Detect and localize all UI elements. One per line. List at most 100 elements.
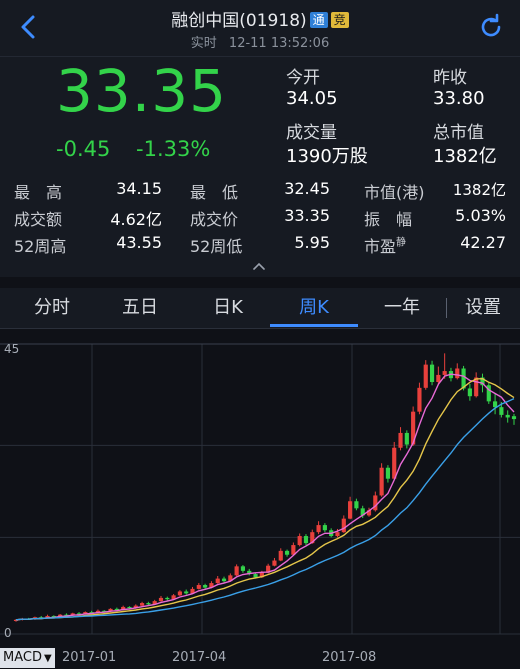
- datetime-label: 12-11 13:52:06: [228, 36, 330, 51]
- candle-body: [442, 371, 447, 375]
- low-value: 32.45: [284, 179, 330, 198]
- market-cap-value: 1382亿: [433, 146, 497, 167]
- candle-body: [423, 364, 428, 388]
- candle-body: [398, 432, 403, 448]
- candle-body: [278, 550, 283, 561]
- candle-body: [335, 532, 340, 537]
- quote-panel: 33.35 -0.45 -1.33% 今开 34.05 昨收 33.80 成交量…: [0, 57, 520, 277]
- prev-close-value: 33.80: [433, 88, 485, 109]
- amplitude-label: 振 幅: [364, 210, 413, 229]
- candle-body: [354, 501, 359, 509]
- candle-body: [316, 525, 321, 533]
- candle-body: [272, 560, 277, 566]
- tab-divider: [446, 298, 447, 318]
- candle-body: [240, 566, 246, 571]
- candle-body: [455, 368, 460, 379]
- candle-body: [253, 574, 258, 578]
- candle-body: [215, 578, 220, 584]
- candle-body: [234, 566, 239, 576]
- stock-name: 融创中国(01918): [171, 11, 307, 31]
- x-tick-label: 2017-08: [322, 650, 377, 665]
- pe-value: 42.27: [460, 233, 506, 252]
- kline-svg: [0, 343, 520, 635]
- turnover-label: 成交额: [14, 210, 63, 229]
- hk-market-cap-value: 1382亿: [452, 181, 506, 199]
- ma-long-line: [15, 397, 515, 621]
- indicator-selector[interactable]: MACD ▼: [0, 648, 55, 668]
- candle-body: [139, 603, 145, 606]
- open-label: 今开: [286, 68, 320, 88]
- x-tick-label: 2017-01: [62, 650, 117, 665]
- w52-high-value: 43.55: [116, 233, 162, 252]
- pe-label-text: 市盈: [364, 237, 397, 256]
- open-value: 34.05: [286, 88, 338, 109]
- realtime-label: 实时: [190, 36, 217, 51]
- low-label: 最 低: [190, 183, 239, 202]
- high-value: 34.15: [116, 179, 162, 198]
- turnover-value: 4.62亿: [110, 210, 162, 229]
- tab-settings[interactable]: 设置: [446, 288, 520, 328]
- candle-body: [196, 585, 201, 589]
- page-title: 融创中国(01918) 通竞: [0, 6, 520, 31]
- quote-timestamp: 实时 12-11 13:52:06: [0, 32, 520, 51]
- volume-value: 1390万股: [286, 146, 368, 167]
- candle-body: [303, 536, 309, 544]
- candle-body: [177, 591, 182, 596]
- candle-body: [385, 467, 391, 479]
- w52-low-value: 5.95: [294, 233, 330, 252]
- refresh-icon[interactable]: [476, 12, 506, 42]
- price-change: -0.45: [56, 137, 111, 161]
- stats-grid: 最 高 34.15 最 低 32.45 市值(港) 1382亿 成交额 4.62…: [0, 179, 520, 259]
- candle-body: [297, 536, 302, 546]
- nav-header: 融创中国(01918) 通竞 实时 12-11 13:52:06: [0, 0, 520, 57]
- w52-low-label: 52周低: [190, 237, 243, 256]
- candle-body: [221, 578, 227, 582]
- candle-body: [505, 414, 510, 418]
- candle-body: [184, 591, 189, 594]
- candle-body: [499, 407, 504, 415]
- kline-chart[interactable]: 45 0: [0, 330, 520, 668]
- candle-body: [392, 447, 397, 479]
- chart-tabs: 分时 五日 日K 周K 一年 设置: [0, 288, 520, 329]
- pe-label: 市盈静: [364, 233, 406, 257]
- candle-body: [322, 525, 327, 531]
- indicator-label: MACD: [3, 650, 42, 665]
- pe-static-sup: 静: [396, 237, 407, 249]
- volume-label: 成交量: [286, 123, 337, 143]
- candle-body: [429, 364, 435, 383]
- ma-mid-line: [15, 377, 515, 621]
- candle-body: [467, 388, 472, 397]
- tab-one-year[interactable]: 一年: [350, 288, 454, 328]
- candle-body: [341, 518, 346, 533]
- expand-chevron-up-icon[interactable]: [252, 261, 266, 271]
- x-tick-label: 2017-04: [172, 650, 227, 665]
- active-tab-indicator: [270, 324, 358, 327]
- candle-body: [284, 550, 290, 555]
- prev-close-label: 昨收: [433, 68, 467, 88]
- amplitude-value: 5.03%: [455, 206, 506, 225]
- candle-body: [165, 597, 170, 600]
- y-axis-min-label: 0: [4, 626, 12, 640]
- hk-market-cap-label: 市值(港): [364, 183, 425, 202]
- deal-price-label: 成交价: [190, 210, 239, 229]
- candle-body: [493, 401, 498, 408]
- candle-body: [511, 416, 517, 420]
- candle-body: [379, 467, 384, 496]
- badge-jing: 竞: [330, 12, 349, 28]
- candle-body: [146, 603, 151, 605]
- market-cap-label: 总市值: [433, 123, 484, 143]
- deal-price-value: 33.35: [284, 206, 330, 225]
- badge-tong: 通: [309, 12, 328, 28]
- y-axis-max-label: 45: [4, 342, 20, 356]
- dropdown-triangle-icon: ▼: [43, 653, 52, 664]
- last-price: 33.35: [56, 57, 228, 125]
- candle-body: [417, 387, 422, 412]
- high-label: 最 高: [14, 183, 63, 202]
- w52-high-label: 52周高: [14, 237, 67, 256]
- candle-body: [436, 374, 441, 383]
- ma-short-line: [15, 373, 515, 621]
- price-change-percent: -1.33%: [136, 137, 211, 161]
- candle-body: [158, 597, 164, 602]
- candle-body: [404, 432, 409, 445]
- candle-body: [348, 501, 353, 519]
